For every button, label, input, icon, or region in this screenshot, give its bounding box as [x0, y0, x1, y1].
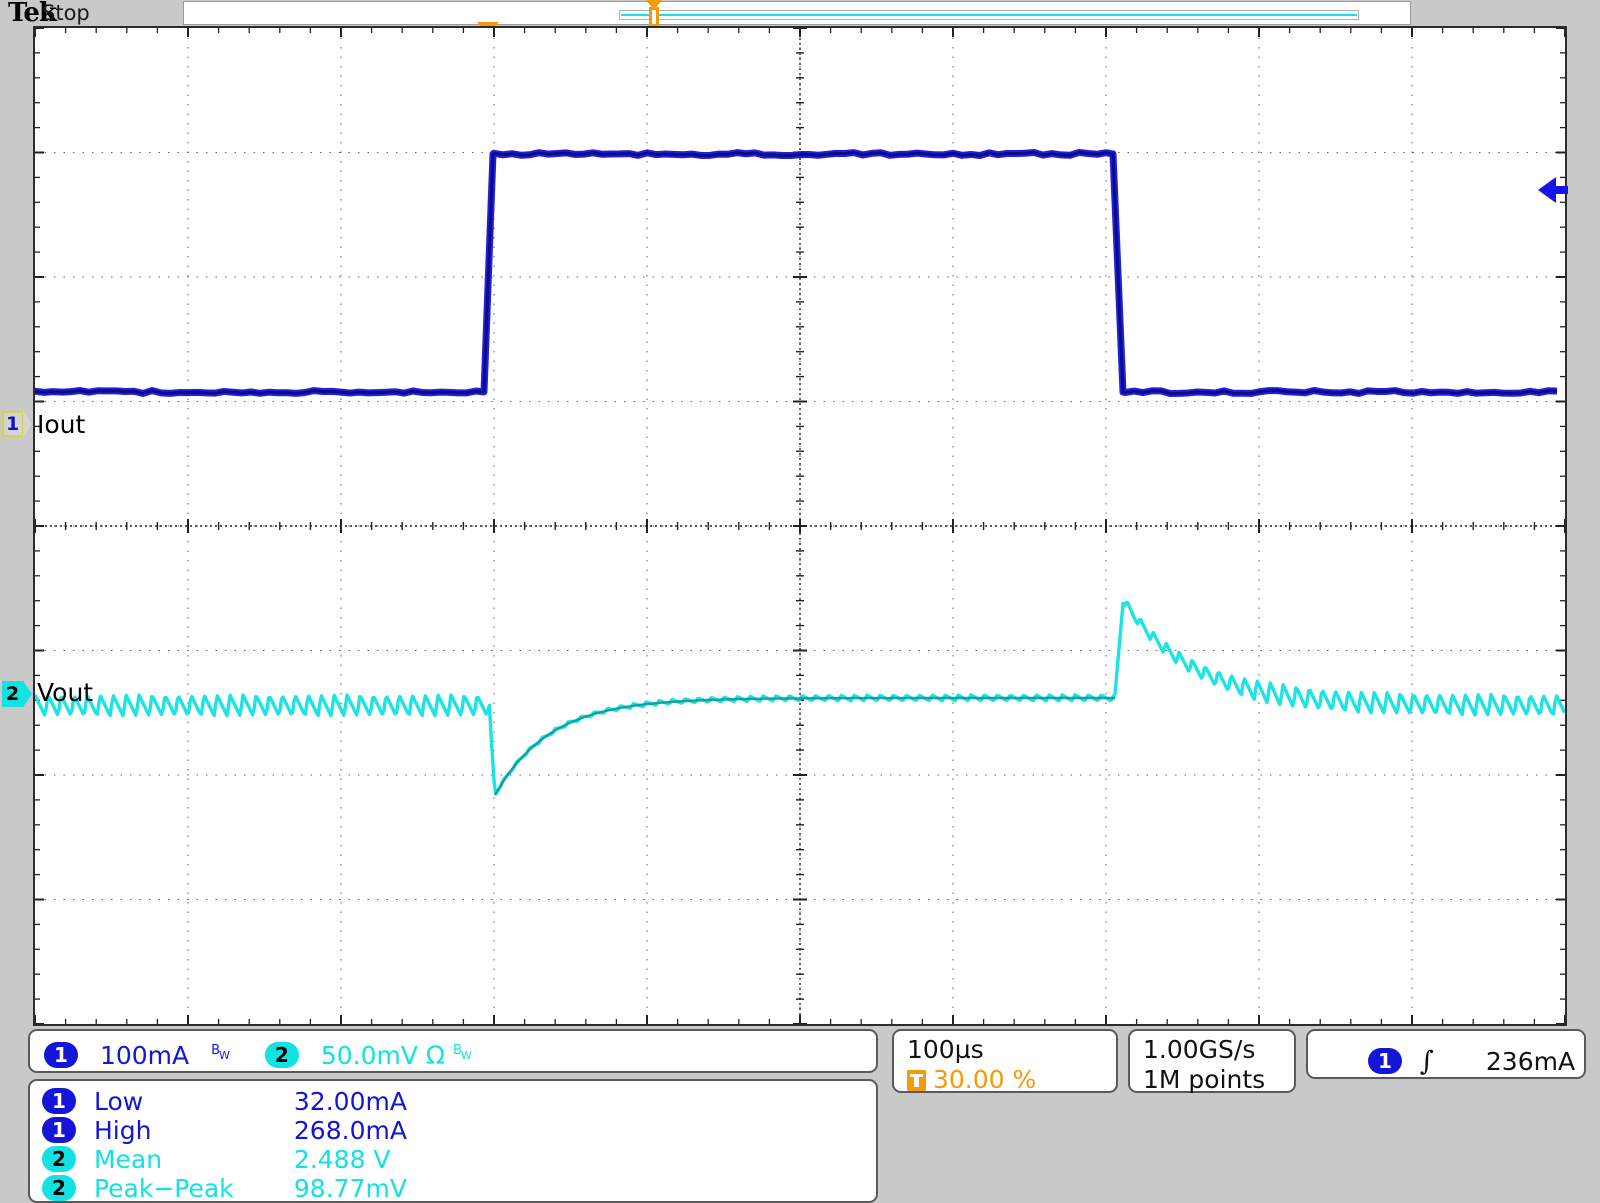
- channel-1-scale: 100mA: [100, 1041, 189, 1070]
- timebase-panel[interactable]: 100µs 30.00 %: [892, 1029, 1118, 1093]
- trigger-position-icon: [907, 1070, 926, 1091]
- rising-edge-icon: ∫: [1410, 1046, 1444, 1077]
- channel-2-marker[interactable]: 2: [2, 681, 32, 707]
- measurement-channel-badge: 1: [42, 1117, 76, 1143]
- top-status-bar: Tek Stop: [0, 0, 1600, 26]
- trigger-panel[interactable]: 1 ∫ 236mA: [1306, 1029, 1586, 1079]
- measurement-channel-badge: 1: [42, 1088, 76, 1114]
- sample-rate: 1.00GS/s: [1143, 1035, 1255, 1064]
- measurement-channel-badge: 2: [42, 1175, 76, 1201]
- timebase-scale: 100µs: [907, 1035, 984, 1064]
- measurement-value: 268.0mA: [294, 1116, 407, 1145]
- acquisition-panel[interactable]: 1.00GS/s 1M points: [1128, 1029, 1296, 1093]
- waveform-graticule[interactable]: [33, 26, 1567, 1026]
- zoom-window-bar[interactable]: [619, 10, 1359, 20]
- channel-1-waveform: [35, 152, 1557, 393]
- trigger-row: 1 ∫ 236mA: [1368, 1045, 1575, 1077]
- channel-2-scale: 50.0mV: [321, 1041, 418, 1070]
- measurement-name: Mean: [94, 1145, 286, 1174]
- measurement-row: 2 Peak−Peak 98.77mV: [42, 1172, 407, 1203]
- trigger-level-arrow-tail-icon: [1556, 186, 1568, 194]
- measurement-name: Peak−Peak: [94, 1174, 286, 1203]
- trigger-level: 236mA: [1486, 1047, 1575, 1076]
- timebase-position: 30.00 %: [933, 1065, 1036, 1094]
- measurement-row: 1 Low 32.00mA: [42, 1085, 407, 1116]
- record-length: 1M points: [1143, 1065, 1265, 1094]
- channel-1-marker[interactable]: 1: [2, 411, 32, 437]
- channel-scale-row: 1 100mA BW 2 50.0mV Ω BW: [44, 1039, 473, 1070]
- channel-1-marker-point-icon: [23, 411, 32, 437]
- graticule-grid: [35, 28, 1565, 1024]
- timebase-position-row: 30.00 %: [907, 1065, 1036, 1094]
- channel-scale-panel[interactable]: 1 100mA BW 2 50.0mV Ω BW: [28, 1029, 878, 1073]
- channel-1-trace-label: Iout: [37, 410, 85, 439]
- channel-2-bandwidth-icon: BW: [453, 1043, 473, 1058]
- measurements-panel[interactable]: 1 Low 32.00mA 1 High 268.0mA 2 Mean 2.48…: [28, 1079, 878, 1203]
- channel-2-trace-label: Vout: [37, 678, 93, 707]
- measurement-value: 2.488 V: [294, 1145, 391, 1174]
- measurement-value: 98.77mV: [294, 1174, 407, 1203]
- channel-1-badge[interactable]: 1: [44, 1042, 78, 1068]
- measurement-name: Low: [94, 1087, 286, 1116]
- trigger-level-arrow-icon[interactable]: [1538, 177, 1556, 203]
- channel-2-marker-point-icon: [23, 681, 32, 707]
- channel-1-marker-number: 1: [6, 413, 19, 435]
- channel-2-marker-number: 2: [6, 683, 19, 705]
- waveform-canvas: [35, 28, 1565, 1024]
- measurement-row: 2 Mean 2.488 V: [42, 1143, 391, 1174]
- measurement-name: High: [94, 1116, 286, 1145]
- measurement-value: 32.00mA: [294, 1087, 407, 1116]
- channel-1-bandwidth-icon: BW: [211, 1043, 231, 1058]
- channel-2-waveform: [35, 603, 1565, 796]
- trigger-source-badge[interactable]: 1: [1368, 1048, 1402, 1074]
- oscilloscope-screen: Tek Stop 1 Iout 2 Vout: [0, 0, 1600, 1200]
- measurement-row: 1 High 268.0mA: [42, 1114, 407, 1145]
- zoom-window-fill: [621, 14, 1357, 16]
- graticule-inner: [35, 28, 1565, 1024]
- run-state-label: Stop: [42, 1, 90, 25]
- zoom-trigger-stem-icon: [652, 10, 656, 24]
- channel-2-badge[interactable]: 2: [265, 1042, 299, 1068]
- zoom-overview-strip[interactable]: [183, 1, 1411, 25]
- channel-2-coupling: Ω: [426, 1041, 445, 1070]
- measurement-channel-badge: 2: [42, 1146, 76, 1172]
